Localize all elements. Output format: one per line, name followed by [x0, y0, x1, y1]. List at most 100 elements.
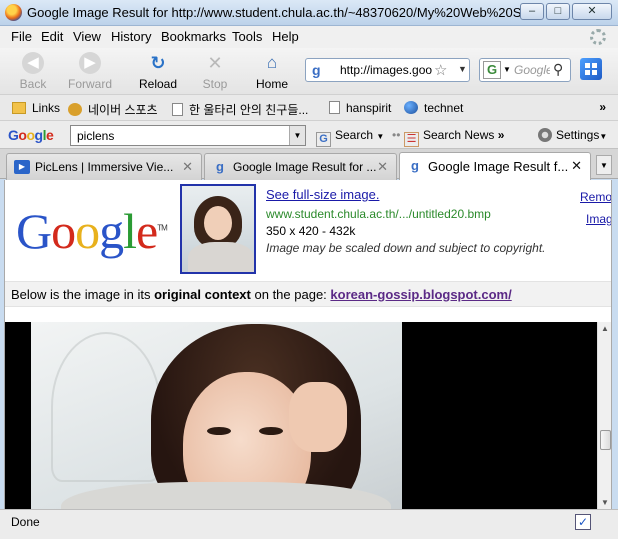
remove-frame-link[interactable]: Remo	[580, 186, 611, 208]
close-tab-icon[interactable]: ✕	[182, 159, 193, 175]
reload-icon: ↻	[150, 53, 166, 73]
bookmark-label: hanspirit	[346, 101, 392, 115]
google-logo[interactable]: GoogleTM	[16, 202, 168, 260]
tab-label: Google Image Result f...	[428, 159, 569, 174]
minimize-button[interactable]: –	[520, 3, 544, 20]
forward-arrow-icon: ▶	[79, 52, 101, 74]
close-window-button[interactable]: ✕	[572, 3, 612, 20]
close-tab-icon[interactable]: ✕	[377, 159, 388, 175]
windows-logo-icon[interactable]	[580, 58, 602, 80]
image-results-link[interactable]: Imag	[580, 208, 611, 230]
piclens-favicon-icon: ▶	[14, 160, 30, 174]
settings-dropdown-icon[interactable]: ▼	[599, 132, 607, 141]
bookmark-technet[interactable]: technet	[404, 101, 463, 115]
home-button[interactable]: ⌂ Home	[242, 52, 302, 91]
tab-strip: ▶ PicLens | Immersive Vie... ✕ g Google …	[0, 148, 618, 180]
navigation-toolbar: ◀ Back ▶ Forward ↻ Reload ✕ Stop ⌂ Home …	[0, 48, 618, 94]
search-dropdown-icon[interactable]: ▼	[376, 132, 384, 141]
url-bar[interactable]: g http://images.google.com/imgres?imgurl…	[305, 58, 470, 82]
settings-label: Settings	[556, 128, 600, 142]
tab-google-image-result-1[interactable]: g Google Image Result for ... ✕	[204, 153, 397, 180]
toolbar-query[interactable]: piclens	[77, 129, 114, 143]
original-photo[interactable]	[31, 322, 402, 509]
scroll-down-icon[interactable]: ▼	[601, 498, 609, 507]
search-icon[interactable]: ⚲	[553, 61, 563, 78]
title-bar: Google Image Result for http://www.stude…	[0, 0, 618, 26]
reload-label: Reload	[138, 77, 178, 91]
bookmark-hanspirit[interactable]: hanspirit	[329, 101, 391, 115]
google-favicon-icon: g	[216, 159, 224, 174]
image-dimensions: 350 x 420 - 432k	[266, 224, 356, 238]
frame-vertical-scrollbar[interactable]: ▲ ▼	[597, 322, 611, 509]
gear-icon	[538, 128, 552, 142]
search-label: Search	[335, 128, 374, 142]
scroll-up-icon[interactable]: ▲	[601, 324, 609, 333]
photo-hand	[289, 382, 347, 452]
close-tab-icon[interactable]: ✕	[571, 158, 582, 174]
context-page-link[interactable]: korean-gossip.blogspot.com/	[330, 287, 511, 302]
image-site-url: www.student.chula.ac.th/.../untitled20.b…	[266, 207, 491, 221]
tab-list-dropdown-icon[interactable]: ▼	[596, 155, 612, 175]
site-favicon-icon: g	[312, 62, 321, 78]
context-bold: original context	[154, 287, 251, 302]
url-dropdown-icon[interactable]: ▼	[458, 64, 467, 74]
tab-google-image-result-2[interactable]: g Google Image Result f... ✕	[399, 152, 591, 180]
menu-help[interactable]: Help	[272, 29, 299, 44]
bookmark-label: 한 울타리 안의 친구들...	[189, 103, 309, 117]
stop-button[interactable]: ✕ Stop	[185, 52, 245, 91]
context-prefix: Below is the image in its	[11, 287, 151, 302]
photo-ornament	[51, 332, 161, 482]
throbber-icon	[590, 29, 606, 45]
google-search-button[interactable]: G Search ▼	[316, 128, 384, 147]
bookmark-links[interactable]: Links	[12, 101, 60, 115]
query-dropdown-icon[interactable]: ▼	[289, 126, 305, 145]
menu-tools[interactable]: Tools	[232, 29, 262, 44]
google-g-icon: G	[316, 132, 331, 147]
copyright-note: Image may be scaled down and subject to …	[266, 241, 546, 255]
back-button[interactable]: ◀ Back	[3, 52, 63, 91]
back-label: Back	[19, 77, 47, 91]
web-search-box[interactable]: G ▼ Google ⚲	[479, 58, 571, 82]
menu-file[interactable]: File	[11, 29, 32, 44]
google-toolbar: Google piclens ▼ G Search ▼ •• ☰ Search Ne…	[0, 120, 618, 148]
google-toolbar-search-input[interactable]: piclens ▼	[70, 125, 306, 146]
tab-label: Google Image Result for ...	[233, 160, 377, 174]
reload-button[interactable]: ↻ Reload	[128, 52, 188, 91]
menu-view[interactable]: View	[73, 29, 101, 44]
toolbar-overflow-icon[interactable]: »	[498, 128, 505, 142]
google-toolbar-logo[interactable]: Google	[8, 127, 54, 143]
window-title: Google Image Result for http://www.stude…	[27, 5, 522, 20]
stop-icon: ✕	[207, 53, 223, 73]
tab-piclens[interactable]: ▶ PicLens | Immersive Vie... ✕	[6, 153, 202, 180]
bookmarks-overflow-icon[interactable]: »	[599, 100, 606, 114]
engine-dropdown-icon[interactable]: ▼	[503, 65, 511, 74]
bookmark-friends[interactable]: 한 울타리 안의 친구들...	[172, 101, 308, 118]
bookmark-star-icon[interactable]: ☆	[434, 61, 447, 79]
thumbnail-body	[188, 242, 254, 272]
menu-history[interactable]: History	[111, 29, 151, 44]
photo-eye-left	[207, 427, 231, 435]
search-placeholder[interactable]: Google	[514, 63, 550, 77]
maximize-button[interactable]: □	[546, 3, 570, 20]
bookmark-naver-sports[interactable]: 네이버 스포츠	[68, 101, 158, 118]
full-size-image-link[interactable]: See full-size image.	[266, 187, 379, 202]
url-text[interactable]: http://images.google.com/imgres?imgurl=	[340, 63, 432, 77]
status-text: Done	[11, 515, 40, 529]
image-info: See full-size image. www.student.chula.a…	[266, 186, 546, 257]
settings-button[interactable]: Settings▼	[538, 128, 607, 142]
page-icon	[172, 103, 183, 116]
menu-bar: File Edit View History Bookmarks Tools H…	[0, 26, 618, 48]
image-thumbnail[interactable]	[180, 184, 256, 274]
google-favicon-icon: g	[411, 158, 419, 173]
search-news-button[interactable]: ☰ Search News »	[404, 128, 504, 147]
photo-eye-right	[259, 427, 283, 435]
firefox-icon	[5, 4, 22, 21]
status-check-icon[interactable]: ✓	[575, 514, 591, 530]
menu-bookmarks[interactable]: Bookmarks	[161, 29, 226, 44]
menu-edit[interactable]: Edit	[41, 29, 63, 44]
search-engine-icon[interactable]: G	[483, 61, 501, 79]
page-icon	[329, 101, 340, 114]
scrollbar-thumb[interactable]	[600, 430, 611, 450]
forward-button[interactable]: ▶ Forward	[60, 52, 120, 91]
home-icon: ⌂	[266, 53, 278, 72]
